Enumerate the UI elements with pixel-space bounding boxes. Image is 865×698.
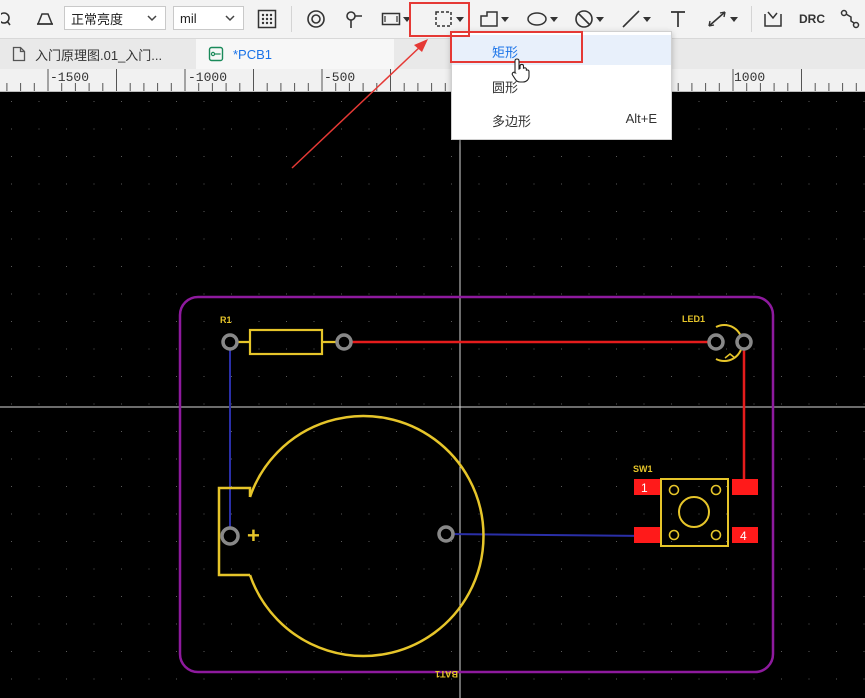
designator-led1: LED1 bbox=[682, 314, 705, 324]
ruler-label: 1000 bbox=[734, 70, 766, 85]
grid-icon[interactable] bbox=[254, 5, 280, 33]
pad[interactable] bbox=[634, 527, 660, 543]
ellipse-tool[interactable] bbox=[523, 5, 561, 33]
menu-item-shortcut: Alt+E bbox=[625, 111, 657, 126]
polarity-plus: + bbox=[247, 523, 260, 548]
caret-icon bbox=[550, 16, 558, 22]
ellipse-icon bbox=[527, 12, 547, 26]
import-changes-icon[interactable] bbox=[760, 5, 786, 33]
hand-cursor-icon bbox=[511, 58, 530, 83]
caret-icon bbox=[596, 16, 604, 22]
pad-number: 1 bbox=[641, 481, 648, 495]
unit-value: mil bbox=[180, 10, 197, 26]
chevron-down-icon bbox=[147, 15, 157, 22]
brightness-value: 正常亮度 bbox=[71, 11, 124, 27]
tab-label: 入门原理图.01_入门... bbox=[35, 47, 163, 63]
brightness-select[interactable]: 正常亮度 bbox=[64, 6, 166, 30]
horizontal-ruler: -1500 -1000 -500 1000 bbox=[0, 69, 865, 92]
chevron-down-icon bbox=[225, 15, 235, 22]
flip-board-icon[interactable] bbox=[32, 5, 58, 33]
dimension-tool[interactable] bbox=[702, 5, 742, 33]
drc-button[interactable]: DRC bbox=[796, 5, 828, 33]
menu-item-label: 多边形 bbox=[492, 114, 532, 129]
pad[interactable] bbox=[732, 479, 758, 495]
line-icon bbox=[622, 10, 640, 28]
no-entry-icon bbox=[575, 10, 593, 28]
tab-pcb[interactable]: *PCB1 bbox=[196, 39, 394, 69]
caret-icon bbox=[501, 16, 509, 22]
polyline-icon bbox=[480, 11, 498, 27]
polyline-tool[interactable] bbox=[476, 5, 512, 33]
via-icon[interactable] bbox=[303, 5, 329, 33]
forbidden-area-tool[interactable] bbox=[570, 5, 608, 33]
pcb-canvas[interactable]: R1 LED1 + BAT1 1 4 SW1 bbox=[0, 92, 865, 698]
ruler-label: -1000 bbox=[188, 70, 228, 85]
caret-icon bbox=[643, 16, 651, 22]
tab-schematic[interactable]: 入门原理图.01_入门... bbox=[0, 39, 194, 69]
toolbar-divider bbox=[751, 6, 752, 32]
designator-sw1: SW1 bbox=[633, 464, 653, 474]
designator-r1: R1 bbox=[220, 315, 232, 325]
text-icon bbox=[671, 11, 685, 27]
text-tool[interactable] bbox=[665, 5, 691, 33]
pin-probe-icon[interactable] bbox=[341, 5, 367, 33]
menu-item-polygon[interactable]: 多边形 Alt+E bbox=[452, 104, 671, 134]
line-tool[interactable] bbox=[618, 5, 654, 33]
toolbar-divider bbox=[291, 6, 292, 32]
designator-bat1: BAT1 bbox=[435, 669, 458, 679]
pcb-icon bbox=[208, 46, 224, 62]
caret-icon bbox=[730, 16, 738, 22]
tab-label: *PCB1 bbox=[233, 46, 273, 62]
document-icon bbox=[12, 46, 26, 62]
menu-item-circle[interactable]: 圆形 bbox=[452, 70, 671, 100]
search-icon[interactable] bbox=[0, 5, 16, 33]
route-icon[interactable] bbox=[838, 5, 862, 33]
document-tabs: 入门原理图.01_入门... *PCB1 bbox=[0, 39, 865, 69]
board-outline-tool[interactable] bbox=[380, 5, 412, 33]
dimension-icon bbox=[708, 11, 726, 27]
ruler-label: -500 bbox=[324, 70, 356, 85]
board-outline-icon bbox=[381, 12, 401, 26]
pad-number: 4 bbox=[740, 529, 747, 543]
unit-select[interactable]: mil bbox=[173, 6, 244, 30]
ruler-label: -1500 bbox=[50, 70, 90, 85]
